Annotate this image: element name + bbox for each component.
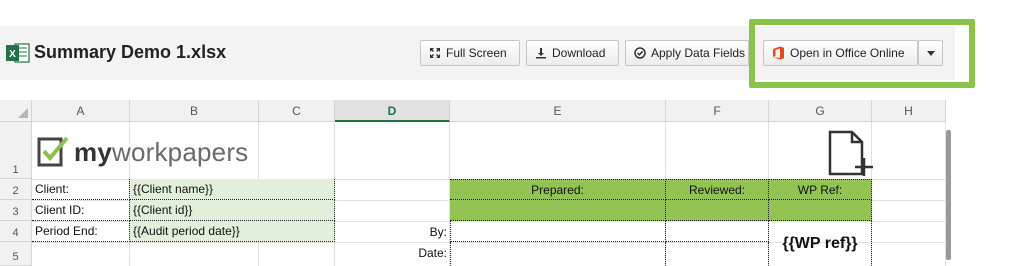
column-header-g[interactable]: G — [769, 100, 872, 122]
check-circle-icon — [634, 47, 646, 59]
full-screen-label: Full Screen — [446, 46, 507, 60]
logo-suffix: workpapers — [111, 136, 249, 167]
client-name-field[interactable]: {{Client name}} — [130, 179, 335, 200]
prepared-date-cell[interactable] — [450, 242, 666, 266]
date-label: Date: — [418, 246, 447, 260]
reviewed-by-cell[interactable] — [666, 221, 769, 242]
spreadsheet-grid[interactable]: A B C D E F G H 1 2 3 4 5 Client: Client… — [0, 100, 955, 266]
download-label: Download — [552, 46, 606, 60]
wp-ref-value[interactable]: {{WP ref}} — [769, 221, 872, 266]
prepared-cell[interactable] — [450, 200, 666, 221]
wp-ref-value-text: {{WP ref}} — [782, 234, 858, 252]
wp-ref-header: WP Ref: — [769, 179, 872, 200]
period-end-label: Period End: — [32, 221, 130, 242]
logo-prefix: my — [74, 136, 112, 167]
column-header-f[interactable]: F — [666, 100, 769, 122]
download-icon — [536, 48, 546, 59]
column-header-h[interactable]: H — [872, 100, 946, 122]
download-button[interactable]: Download — [526, 40, 619, 66]
prepared-by-cell[interactable] — [450, 221, 666, 242]
column-header-b[interactable]: B — [130, 100, 259, 122]
svg-text:X: X — [9, 49, 16, 60]
logo-wordmark: myworkpapers — [74, 137, 248, 168]
office-icon — [773, 46, 784, 60]
by-label: By: — [429, 224, 447, 239]
reviewed-date-cell[interactable] — [666, 242, 769, 266]
column-header-d[interactable]: D — [335, 100, 450, 122]
audit-period-field[interactable]: {{Audit period date}} — [130, 221, 335, 242]
row-header-4[interactable]: 4 — [0, 221, 32, 242]
add-document-icon[interactable] — [826, 130, 874, 178]
column-header-a[interactable]: A — [32, 100, 130, 122]
client-id-field[interactable]: {{Client id}} — [130, 200, 335, 221]
excel-icon: X — [6, 43, 30, 63]
wp-ref-cell[interactable] — [769, 200, 872, 221]
expand-icon — [430, 48, 440, 58]
open-in-office-online-label: Open in Office Online — [790, 46, 905, 60]
caret-down-icon — [926, 50, 935, 56]
row-header-3[interactable]: 3 — [0, 200, 32, 221]
row-header-2[interactable]: 2 — [0, 179, 32, 200]
apply-data-fields-label: Apply Data Fields — [651, 46, 746, 60]
row-header-5[interactable]: 5 — [0, 242, 32, 266]
myworkpapers-logo: myworkpapers — [36, 135, 248, 169]
top-band — [0, 0, 1009, 26]
checkbox-logo-icon — [37, 136, 69, 167]
client-label: Client: — [32, 179, 130, 200]
prepared-header: Prepared: — [450, 179, 666, 200]
apply-data-fields-button[interactable]: Apply Data Fields — [625, 40, 749, 66]
full-screen-button[interactable]: Full Screen — [420, 40, 520, 66]
client-id-label: Client ID: — [32, 200, 130, 221]
reviewed-header: Reviewed: — [666, 179, 769, 200]
open-in-office-online-button[interactable]: Open in Office Online — [763, 40, 918, 66]
row-header-1[interactable]: 1 — [0, 122, 32, 179]
column-header-c[interactable]: C — [259, 100, 335, 122]
reviewed-cell[interactable] — [666, 200, 769, 221]
select-all-corner[interactable] — [0, 100, 32, 122]
vertical-scrollbar[interactable] — [946, 130, 951, 260]
select-all-triangle — [18, 108, 28, 118]
column-header-e[interactable]: E — [450, 100, 666, 122]
file-title: Summary Demo 1.xlsx — [34, 42, 227, 62]
office-options-dropdown[interactable] — [918, 40, 943, 66]
